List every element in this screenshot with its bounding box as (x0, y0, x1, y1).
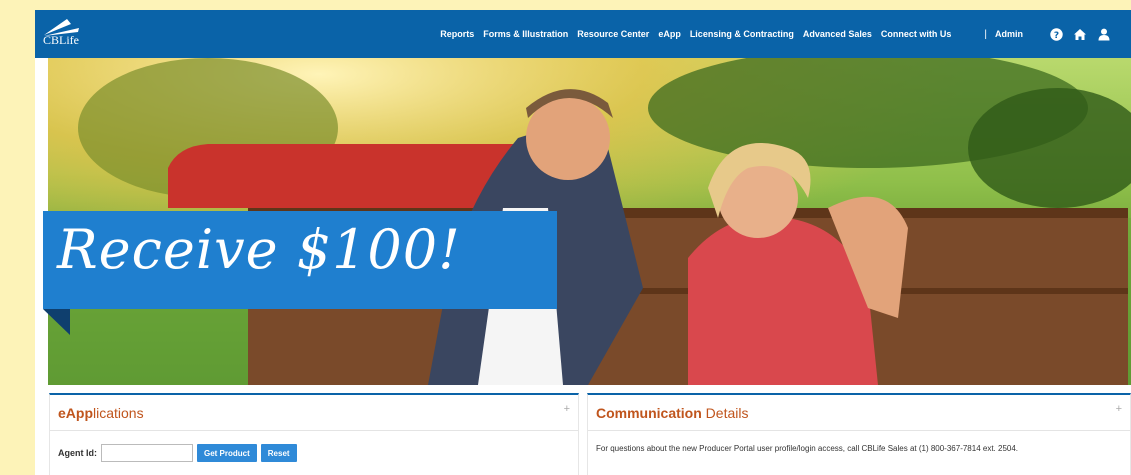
nav-forms-illustration[interactable]: Forms & Illustration (483, 29, 568, 39)
nav-licensing-contracting[interactable]: Licensing & Contracting (690, 29, 794, 39)
eapplications-title: eApp lications (50, 395, 578, 431)
communication-title: Communication Details (588, 395, 1130, 431)
agent-id-label: Agent Id: (58, 448, 97, 458)
communication-panel: Communication Details + For questions ab… (587, 393, 1131, 475)
promo-banner-fold (43, 309, 70, 335)
eapplications-title-rest: lications (93, 404, 144, 421)
communication-title-bold: Communication (596, 404, 702, 421)
eapplications-title-bold: eApp (58, 404, 93, 421)
help-icon[interactable]: ? (1049, 27, 1063, 41)
main-nav: Reports Forms & Illustration Resource Ce… (440, 10, 1131, 58)
promo-banner-text: Receive $100! (57, 218, 461, 281)
portal-frame: CBLife Reports Forms & Illustration Reso… (35, 10, 1131, 475)
nav-advanced-sales[interactable]: Advanced Sales (803, 29, 872, 39)
nav-resource-center[interactable]: Resource Center (577, 29, 649, 39)
expand-plus-icon[interactable]: + (1116, 403, 1122, 415)
logo-text: CBLife (43, 33, 79, 47)
get-product-button[interactable]: Get Product (197, 444, 257, 462)
agent-search-form: Agent Id: Get Product Reset (50, 431, 578, 475)
nav-admin[interactable]: Admin (995, 29, 1023, 39)
nav-separator: | (984, 28, 987, 40)
expand-plus-icon[interactable]: + (564, 403, 570, 415)
nav-reports[interactable]: Reports (440, 29, 474, 39)
eapplications-panel: eApp lications + Agent Id: Get Product Re… (49, 393, 579, 475)
communication-body: For questions about the new Producer Por… (588, 431, 1130, 466)
home-icon[interactable] (1073, 27, 1087, 41)
user-icon[interactable] (1097, 27, 1111, 41)
reset-button[interactable]: Reset (260, 444, 297, 462)
communication-title-rest: Details (701, 404, 749, 421)
nav-eapp[interactable]: eApp (658, 29, 681, 39)
top-navigation-bar: CBLife Reports Forms & Illustration Reso… (35, 10, 1131, 58)
nav-connect-with-us[interactable]: Connect with Us (881, 29, 952, 39)
agent-id-input[interactable] (101, 444, 193, 462)
svg-text:?: ? (1053, 31, 1058, 41)
communication-message: For questions about the new Producer Por… (596, 444, 1019, 453)
